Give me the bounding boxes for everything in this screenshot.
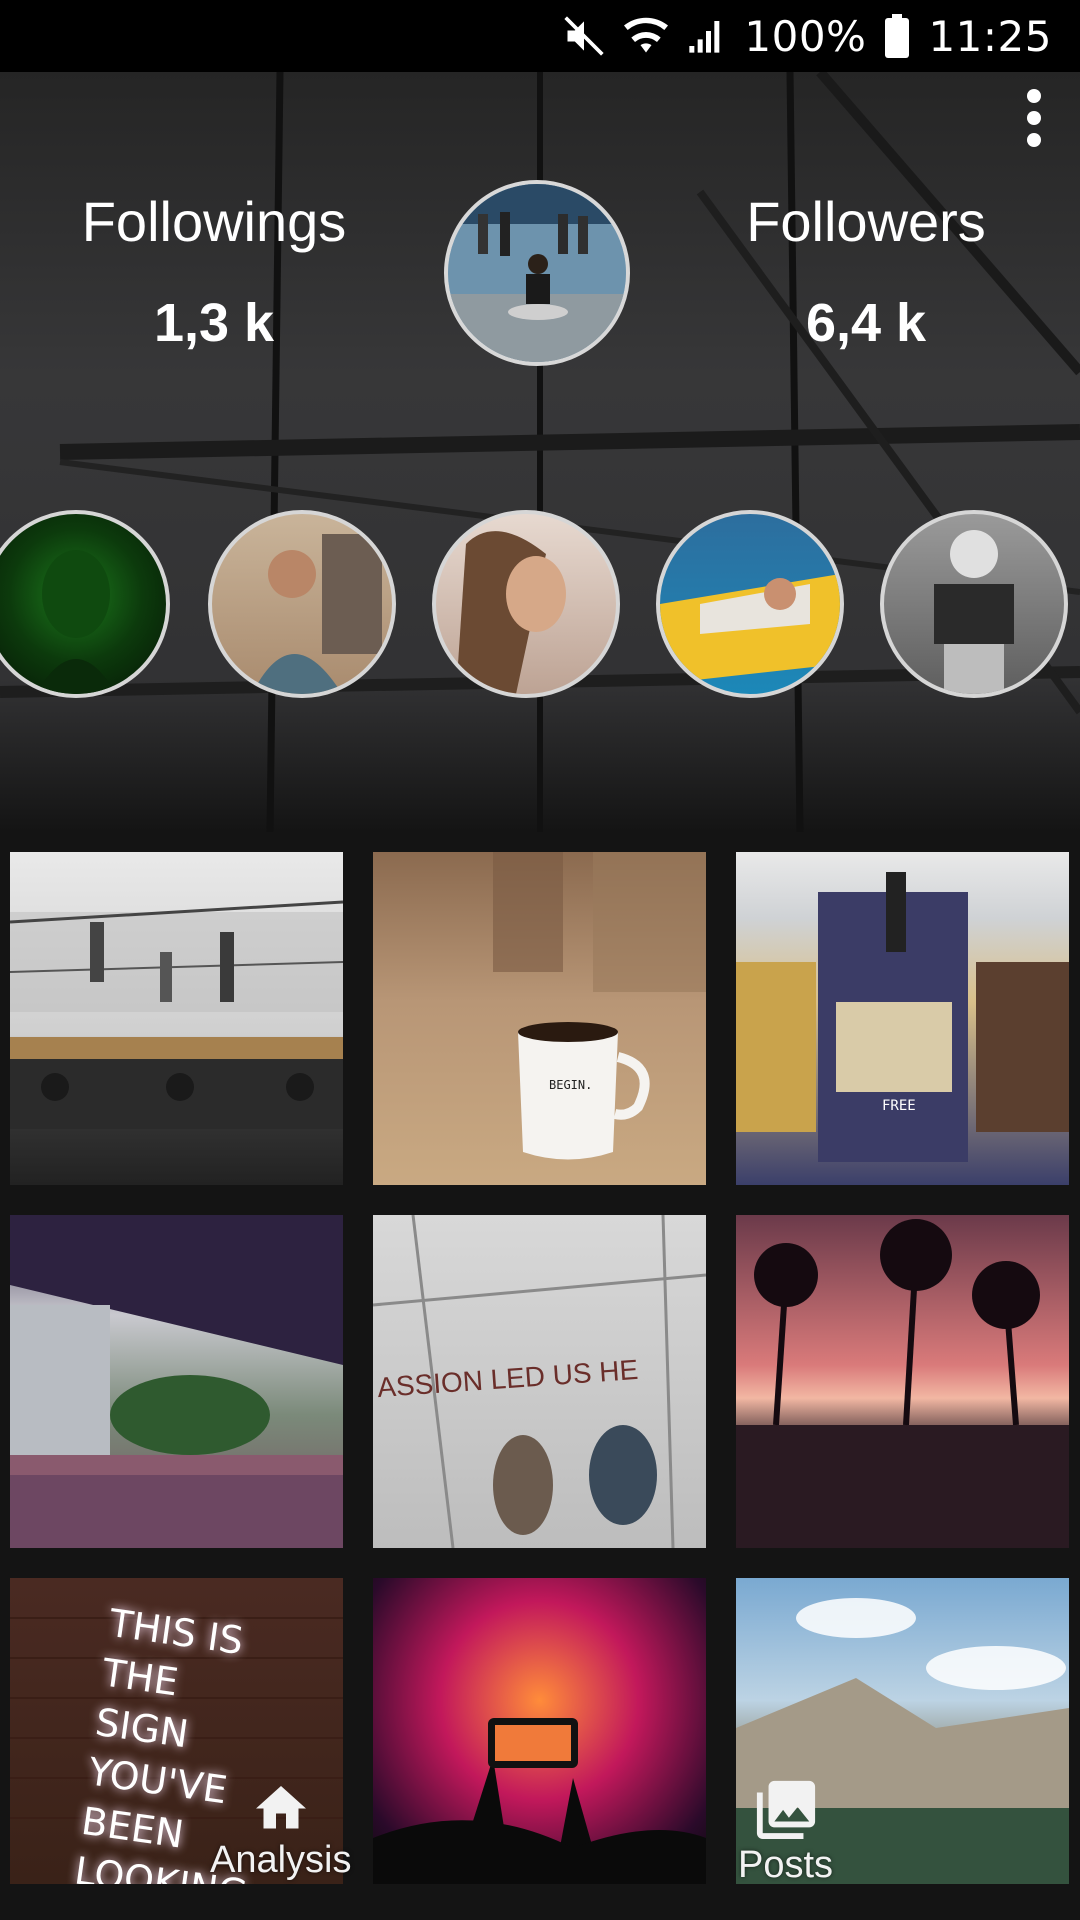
followers-stat[interactable]: Followers 6,4 k <box>686 182 1046 354</box>
post-tile[interactable]: BEGIN. <box>373 852 706 1185</box>
more-vert-icon-dot <box>1027 111 1041 125</box>
nav-posts[interactable]: Posts <box>738 1775 833 1887</box>
clock: 11:25 <box>928 11 1052 61</box>
post-caption-begin: BEGIN. <box>549 1078 593 1092</box>
post-tile[interactable] <box>10 1215 343 1548</box>
screen: 100% 11:25 Followings 1,3 k Followers 6,… <box>0 0 1080 1920</box>
more-options-button[interactable] <box>1006 80 1062 156</box>
post-tile[interactable] <box>373 1578 706 1884</box>
post-tile[interactable] <box>736 1215 1069 1548</box>
photo-library-icon <box>750 1775 822 1844</box>
nav-analysis-label: Analysis <box>210 1839 352 1881</box>
post-caption-free: FREE <box>882 1098 916 1114</box>
story-avatar-5[interactable] <box>880 510 1068 698</box>
nav-posts-label: Posts <box>738 1844 834 1886</box>
status-bar: 100% 11:25 <box>0 0 1080 72</box>
battery-percent: 100% <box>744 11 867 61</box>
followers-count: 6,4 k <box>805 293 927 353</box>
followings-label: Followings <box>81 190 347 253</box>
wifi-icon <box>624 14 669 58</box>
battery-icon <box>884 14 910 58</box>
home-icon <box>251 1778 311 1839</box>
profile-avatar[interactable] <box>444 180 630 366</box>
post-tile[interactable]: ASSION LED US HE <box>373 1215 706 1548</box>
followings-count: 1,3 k <box>153 293 275 353</box>
story-avatar-2[interactable] <box>208 510 396 698</box>
nav-analysis[interactable]: Analysis <box>210 1778 352 1882</box>
mute-icon <box>562 14 606 58</box>
followings-stat[interactable]: Followings 1,3 k <box>34 182 394 354</box>
post-tile[interactable]: FREE <box>736 852 1069 1185</box>
followers-label: Followers <box>746 190 986 253</box>
story-avatar-3[interactable] <box>432 510 620 698</box>
post-tile[interactable] <box>10 852 343 1185</box>
story-avatar-4[interactable] <box>656 510 844 698</box>
more-vert-icon <box>1027 89 1041 103</box>
signal-icon <box>686 16 726 56</box>
more-vert-icon-dot <box>1027 133 1041 147</box>
